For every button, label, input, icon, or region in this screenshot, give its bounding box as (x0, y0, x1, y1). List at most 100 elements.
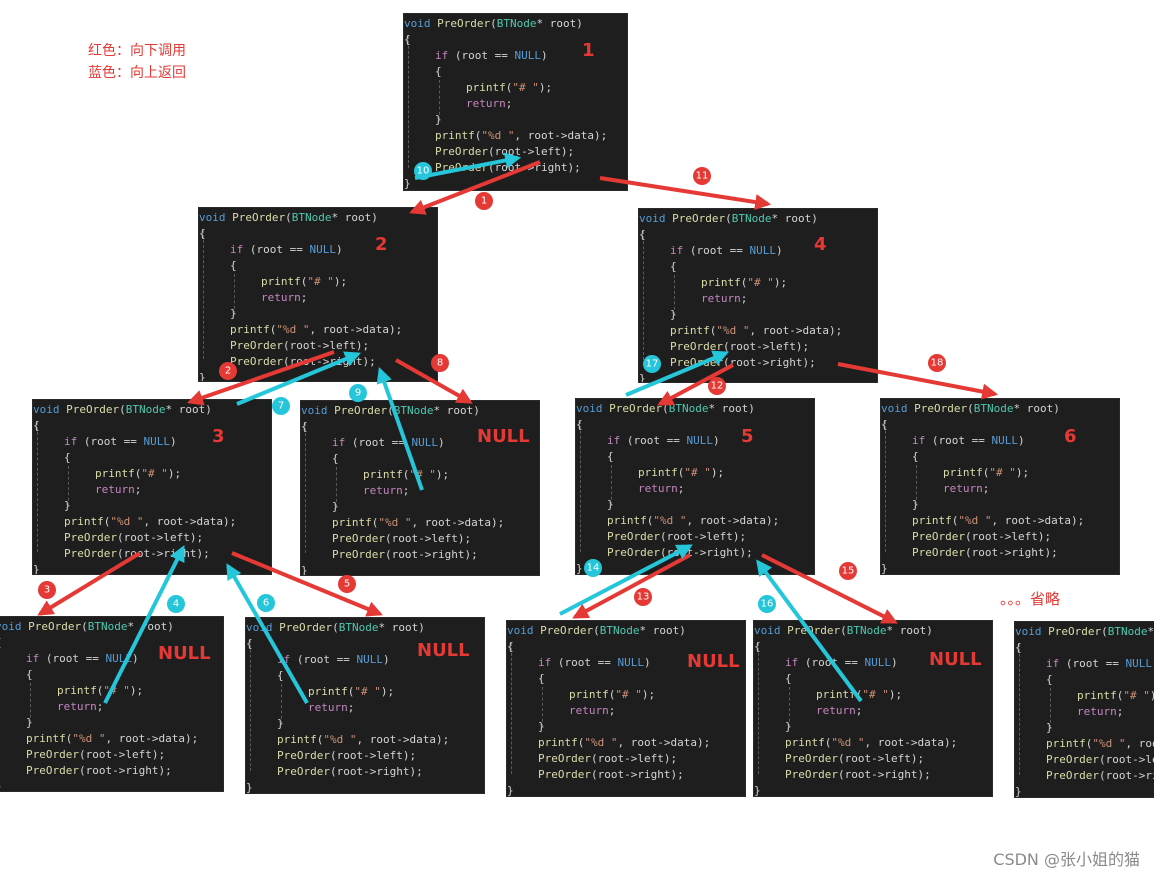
code-brace: } (1015, 785, 1022, 798)
code-brace: { (199, 227, 206, 240)
code-printf: printf (912, 514, 952, 527)
code-brace: { (332, 452, 339, 465)
code-str: "# " (354, 685, 381, 698)
code-box: void PreOrder(BTNode* root){if (root == … (506, 620, 746, 797)
code-void: void (0, 620, 22, 633)
code-void: void (33, 403, 60, 416)
code-preorder: PreOrder (538, 752, 591, 765)
code-semi: ; (505, 97, 513, 110)
code-line: void PreOrder(BTNode* root) (754, 623, 992, 639)
code-right: (root->right); (659, 546, 753, 559)
code-brace: { (785, 672, 792, 685)
code-return: return (57, 700, 97, 713)
code-line: if (root == NULL) (576, 433, 814, 449)
code-line: PreOrder(root->right); (33, 546, 271, 562)
code-null: NULL (617, 656, 644, 669)
step-badge-circle (693, 167, 711, 185)
code-line: PreOrder(root->left); (507, 751, 745, 767)
step-badge: 13 (634, 588, 652, 606)
step-badge-number: 9 (355, 388, 361, 399)
code-line: PreOrder(root->left); (754, 751, 992, 767)
code-return: return (95, 483, 135, 496)
code-right: (root->right); (1098, 769, 1154, 782)
code-paren: ( (119, 403, 126, 416)
code-line: { (576, 449, 814, 465)
code-end: ); (167, 467, 182, 480)
code-brace: { (435, 65, 442, 78)
code-line: printf("# "); (576, 465, 814, 481)
code-void: void (881, 402, 908, 415)
code-paren: ( (840, 624, 847, 637)
code-line: printf("%d ", root->data); (33, 514, 271, 530)
code-line: PreOrder(root->left); (33, 530, 271, 546)
code-line: return; (0, 699, 223, 715)
code-line: } (0, 715, 223, 731)
code-line: return; (301, 483, 539, 499)
code-if-b: ) (131, 652, 139, 665)
legend-blue: 蓝色：向上返回 (88, 65, 186, 81)
code-line: } (639, 307, 877, 323)
step-badge-number: 6 (263, 598, 269, 609)
code-brace: } (435, 113, 442, 126)
code-str: "# " (1123, 689, 1150, 702)
code-line: } (404, 112, 627, 128)
code-brace: } (912, 498, 919, 511)
code-if-a: (root == (925, 434, 992, 447)
code-data: , root->data); (686, 514, 780, 527)
code-str: "%d " (958, 514, 992, 527)
node-tag: 1 (582, 40, 595, 61)
code-line: void PreOrder(BTNode* root) (199, 210, 437, 226)
code-line: PreOrder(root->right); (301, 547, 539, 563)
code-line: return; (404, 96, 627, 112)
code-brace: } (64, 499, 71, 512)
code-void: void (246, 621, 273, 634)
code-semi: ; (300, 291, 308, 304)
code-return: return (943, 482, 983, 495)
code-if-a: (root == (1059, 657, 1126, 670)
code-printf: printf (569, 688, 609, 701)
code-line: if (root == NULL) (1015, 656, 1154, 672)
code-rest: * root) (378, 621, 425, 634)
code-str: "# " (989, 466, 1016, 479)
code-brace: } (277, 717, 284, 730)
code-preorder: PreOrder (538, 768, 591, 781)
code-line: if (root == NULL) (881, 433, 1119, 449)
code-str: "# " (307, 275, 334, 288)
code-type: BTNode (338, 621, 379, 634)
code-data: , root->data); (309, 323, 403, 336)
code-fn-name: PreOrder (787, 624, 841, 637)
code-paren: ( (285, 211, 292, 224)
code-null: NULL (105, 652, 132, 665)
code-paren: ( (387, 404, 394, 417)
code-void: void (1015, 625, 1042, 638)
code-preorder: PreOrder (64, 547, 117, 560)
code-null: NULL (686, 434, 713, 447)
code-line: { (199, 258, 437, 274)
step-badge-circle (272, 397, 290, 415)
code-line: } (246, 716, 484, 732)
code-preorder: PreOrder (230, 339, 283, 352)
code-return: return (261, 291, 301, 304)
code-void: void (404, 17, 431, 30)
code-null: NULL (514, 49, 541, 62)
code-if-a: (root == (290, 653, 357, 666)
code-type: BTNode (1107, 625, 1148, 638)
code-line: printf("%d ", root->data); (1015, 736, 1154, 752)
code-brace: } (538, 720, 545, 733)
code-brace: { (301, 420, 308, 433)
code-semi: ; (96, 700, 104, 713)
code-preorder: PreOrder (26, 764, 79, 777)
code-right: (root->right); (590, 768, 684, 781)
code-line: } (199, 306, 437, 322)
code-brace: { (1046, 673, 1053, 686)
code-printf: printf (332, 516, 372, 529)
code-line: PreOrder(root->right); (199, 354, 437, 370)
code-line: return; (507, 703, 745, 719)
code-line: void PreOrder(BTNode* root) (33, 402, 271, 418)
code-line: PreOrder(root->right); (1015, 768, 1154, 784)
code-end: ); (129, 684, 144, 697)
code-printf: printf (363, 468, 403, 481)
code-line: PreOrder(root->left); (639, 339, 877, 355)
code-rest: * root) (886, 624, 933, 637)
code-left: (root->left); (384, 532, 472, 545)
